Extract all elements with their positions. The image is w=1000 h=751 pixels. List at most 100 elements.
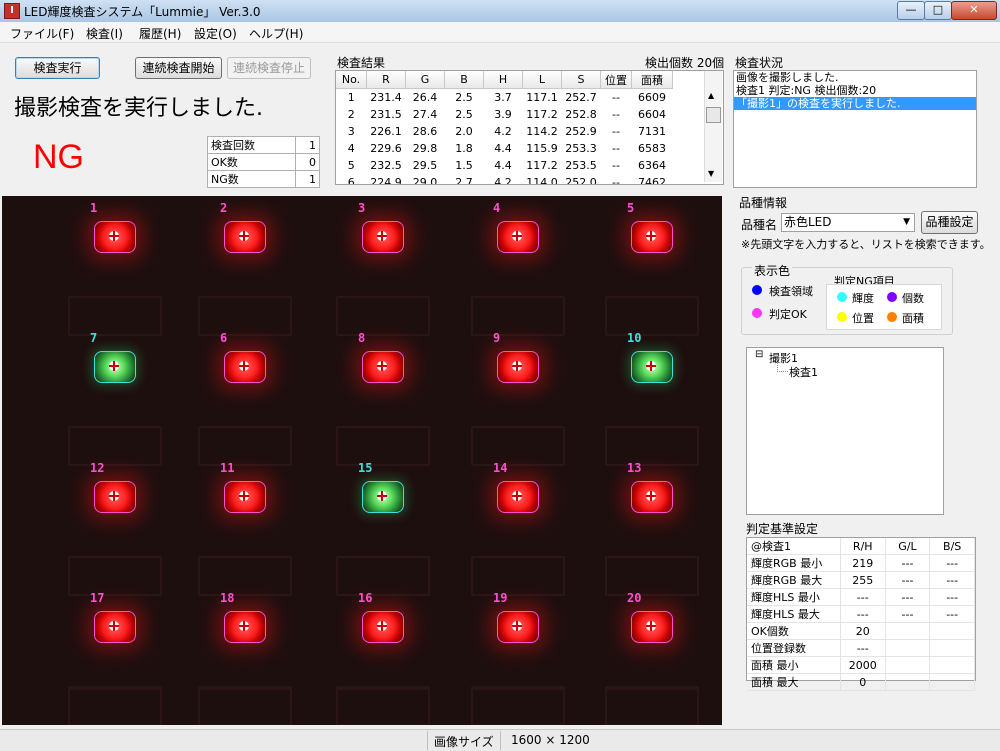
results-table-panel[interactable]: No. R G B H L S 位置 面積 1 231.4 26.4 2.5 3.7 117.1 252.7… bbox=[335, 70, 724, 185]
criteria-row[interactable]: 面積 最小 2000 bbox=[747, 656, 975, 674]
board-pad bbox=[336, 426, 430, 466]
luminance-color-dot-icon bbox=[837, 292, 847, 302]
inspection-tree[interactable]: ⊟ 撮影1 検査1 bbox=[746, 347, 944, 515]
results-cell: 3.9 bbox=[494, 108, 512, 121]
results-title: 検査結果 bbox=[337, 56, 386, 70]
crosshair-icon bbox=[512, 621, 522, 631]
run-inspection-button[interactable]: 検査実行 bbox=[15, 57, 100, 79]
menu-inspect[interactable]: 検査(I) bbox=[86, 25, 123, 42]
log-line-selected[interactable]: 「撮影1」の検査を実行しました. bbox=[734, 97, 976, 110]
led-spot[interactable] bbox=[224, 221, 266, 253]
results-row[interactable]: 6 224.9 29.0 2.7 4.2 114.0 252.0 -- 7462 bbox=[336, 174, 673, 185]
ng-item-label: 個数 bbox=[902, 292, 924, 305]
status-log[interactable]: 画像を撮影しました. 検査1 判定:NG 検出個数:20 「撮影1」の検査を実行… bbox=[733, 70, 977, 188]
results-column-header[interactable]: G bbox=[405, 71, 445, 89]
results-cell: 231.5 bbox=[370, 108, 402, 121]
chevron-down-icon[interactable]: ▼ bbox=[903, 214, 910, 231]
product-settings-button[interactable]: 品種設定 bbox=[921, 211, 978, 234]
continuous-stop-button[interactable]: 連続検査停止 bbox=[227, 57, 311, 79]
criteria-header: B/S bbox=[929, 538, 975, 555]
product-name-select[interactable]: 赤色LED ▼ bbox=[781, 213, 915, 232]
close-button[interactable]: ✕ bbox=[951, 1, 997, 20]
led-spot[interactable] bbox=[94, 351, 136, 383]
continuous-start-button[interactable]: 連続検査開始 bbox=[135, 57, 222, 79]
criteria-cell: 面積 最大 bbox=[747, 673, 841, 691]
led-spot[interactable] bbox=[224, 481, 266, 513]
criteria-row[interactable]: OK個数 20 bbox=[747, 622, 975, 640]
criteria-row[interactable]: 輝度HLS 最大 --- --- --- bbox=[747, 605, 975, 623]
results-cell: -- bbox=[612, 91, 620, 104]
results-scrollbar[interactable]: ▲ ▼ bbox=[704, 71, 722, 182]
ng-item-label: 面積 bbox=[902, 312, 924, 325]
led-number: 19 bbox=[493, 591, 508, 605]
menu-file[interactable]: ファイル(F) bbox=[10, 25, 74, 42]
led-number: 9 bbox=[493, 331, 501, 345]
criteria-row[interactable]: 面積 最大 0 bbox=[747, 673, 975, 691]
results-column-header[interactable]: L bbox=[522, 71, 562, 89]
criteria-cell: 輝度HLS 最大 bbox=[747, 605, 841, 623]
led-spot[interactable] bbox=[94, 481, 136, 513]
results-row[interactable]: 2 231.5 27.4 2.5 3.9 117.2 252.8 -- 6604 bbox=[336, 106, 673, 123]
tree-node-inspection[interactable]: 検査1 bbox=[789, 364, 818, 380]
led-number: 11 bbox=[220, 461, 235, 475]
criteria-row[interactable]: 輝度HLS 最小 --- --- --- bbox=[747, 588, 975, 606]
menu-settings[interactable]: 設定(O) bbox=[194, 25, 237, 42]
scroll-thumb[interactable] bbox=[706, 107, 721, 123]
led-spot[interactable] bbox=[224, 611, 266, 643]
minimize-button[interactable]: — bbox=[897, 1, 925, 20]
criteria-row[interactable]: 輝度RGB 最小 219 --- --- bbox=[747, 554, 975, 572]
board-pad bbox=[68, 296, 162, 336]
results-column-header[interactable]: B bbox=[444, 71, 484, 89]
criteria-cell: --- bbox=[885, 571, 931, 589]
results-column-header[interactable]: S bbox=[561, 71, 601, 89]
criteria-cell: --- bbox=[929, 554, 975, 572]
results-row[interactable]: 4 229.6 29.8 1.8 4.4 115.9 253.3 -- 6583 bbox=[336, 140, 673, 157]
led-spot[interactable] bbox=[631, 221, 673, 253]
led-spot[interactable] bbox=[497, 221, 539, 253]
results-column-header[interactable]: No. bbox=[336, 71, 367, 89]
board-pad bbox=[198, 426, 292, 466]
scroll-up-icon[interactable]: ▲ bbox=[708, 91, 714, 100]
crosshair-icon bbox=[109, 361, 119, 371]
results-row[interactable]: 1 231.4 26.4 2.5 3.7 117.1 252.7 -- 6609 bbox=[336, 89, 673, 107]
crosshair-icon bbox=[377, 231, 387, 241]
results-row[interactable]: 5 232.5 29.5 1.5 4.4 117.2 253.5 -- 6364 bbox=[336, 157, 673, 174]
board-pad bbox=[471, 556, 565, 596]
criteria-panel[interactable]: @検査1 R/H G/L B/S 輝度RGB 最小 219 --- --- 輝度RGB … bbox=[746, 537, 976, 691]
led-number: 7 bbox=[90, 331, 98, 345]
crosshair-icon bbox=[239, 231, 249, 241]
led-spot[interactable] bbox=[362, 611, 404, 643]
led-spot[interactable] bbox=[631, 351, 673, 383]
led-spot[interactable] bbox=[497, 481, 539, 513]
criteria-row[interactable]: 位置登録数 --- bbox=[747, 639, 975, 657]
ok-label: 判定OK bbox=[769, 308, 807, 321]
led-spot[interactable] bbox=[362, 481, 404, 513]
criteria-row[interactable]: 輝度RGB 最大 255 --- --- bbox=[747, 571, 975, 589]
led-spot[interactable] bbox=[94, 611, 136, 643]
camera-image[interactable]: 1 2 3 4 5 7 6 8 9 10 12 11 15 14 13 17 18 16 19 20 bbox=[2, 196, 722, 725]
menu-help[interactable]: ヘルプ(H) bbox=[249, 25, 303, 42]
results-cell: 231.4 bbox=[370, 91, 402, 104]
menu-history[interactable]: 履歴(H) bbox=[139, 25, 181, 42]
led-spot[interactable] bbox=[224, 351, 266, 383]
tree-expander-icon[interactable]: ⊟ bbox=[755, 349, 763, 360]
led-spot[interactable] bbox=[362, 221, 404, 253]
results-column-header[interactable]: H bbox=[483, 71, 523, 89]
results-column-header[interactable]: R bbox=[366, 71, 406, 89]
led-spot[interactable] bbox=[497, 611, 539, 643]
led-spot[interactable] bbox=[631, 611, 673, 643]
led-spot[interactable] bbox=[362, 351, 404, 383]
criteria-cell: --- bbox=[840, 588, 886, 606]
results-cell: 6 bbox=[347, 176, 355, 185]
results-cell: 7462 bbox=[638, 176, 666, 185]
led-number: 5 bbox=[627, 201, 635, 215]
led-spot[interactable] bbox=[497, 351, 539, 383]
scroll-down-icon[interactable]: ▼ bbox=[708, 169, 714, 178]
results-column-header[interactable]: 位置 bbox=[600, 71, 632, 89]
results-column-header[interactable]: 面積 bbox=[631, 71, 673, 89]
led-spot[interactable] bbox=[631, 481, 673, 513]
results-row[interactable]: 3 226.1 28.6 2.0 4.2 114.2 252.9 -- 7131 bbox=[336, 123, 673, 140]
maximize-button[interactable]: □ bbox=[924, 1, 952, 20]
led-spot[interactable] bbox=[94, 221, 136, 253]
criteria-cell: --- bbox=[929, 571, 975, 589]
